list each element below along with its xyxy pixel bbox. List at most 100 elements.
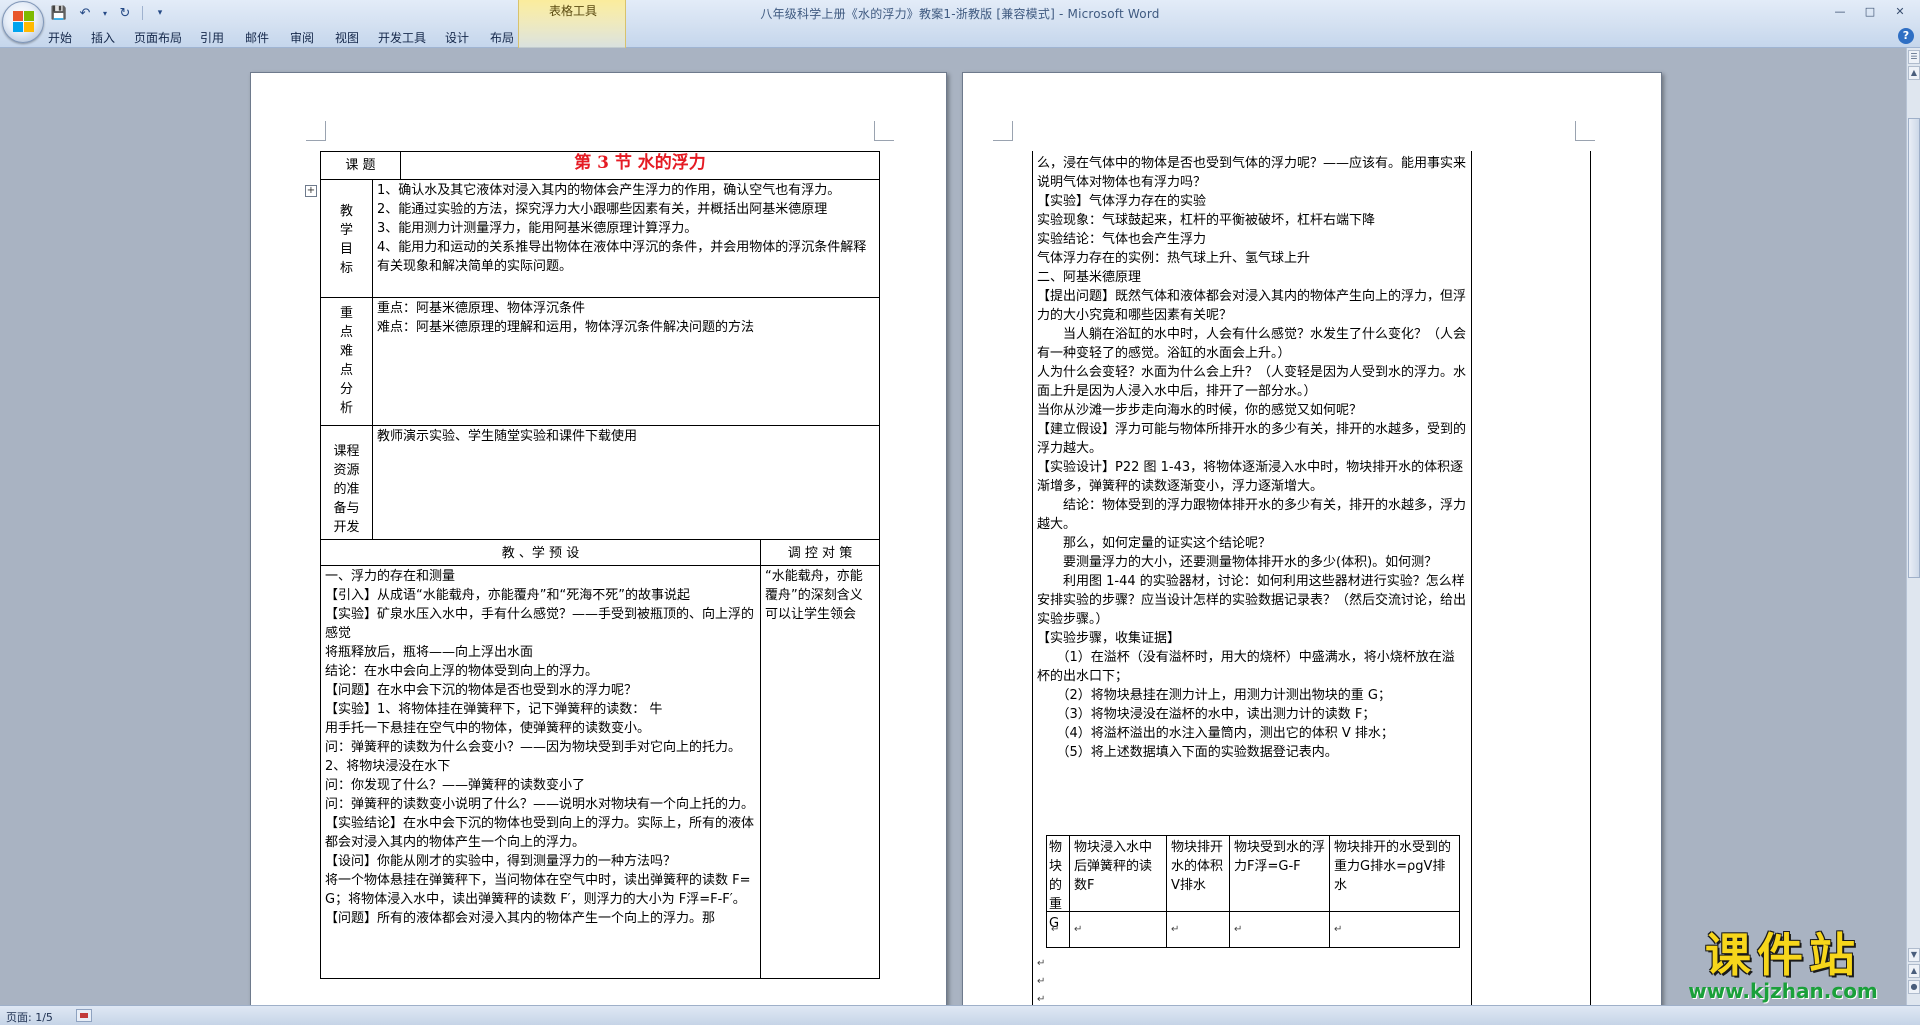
- window-controls: — □ ✕: [1826, 2, 1914, 20]
- table-move-handle-icon[interactable]: +: [305, 185, 317, 197]
- scroll-thumb[interactable]: [1908, 118, 1920, 578]
- page2-paragraph: （2）将物块悬挂在测力计上，用测力计测出物块的重 G；: [1037, 688, 1391, 703]
- tab-mailings[interactable]: 邮件: [234, 28, 280, 48]
- label-char: 分: [339, 382, 353, 397]
- tab-layout[interactable]: 布局: [480, 28, 524, 48]
- teaching-line: 【设问】你能从刚才的实验中，得到测量浮力的一种方法吗？: [325, 854, 677, 869]
- page2-paragraph: （3）将物块浸没在溢杯的水中，读出测力计的读数 F；: [1037, 707, 1376, 722]
- scroll-down-icon[interactable]: ▼: [1908, 948, 1920, 962]
- teaching-line: 2、将物块浸没在水下: [325, 759, 451, 774]
- tab-page-layout[interactable]: 页面布局: [126, 28, 190, 48]
- maximize-icon[interactable]: □: [1856, 2, 1884, 20]
- data-cell[interactable]: ↵: [1047, 919, 1069, 940]
- tab-references[interactable]: 引用: [190, 28, 234, 48]
- ruler-toggle-icon[interactable]: ☰: [1908, 50, 1920, 64]
- teaching-line: 将一个物体悬挂在弹簧秤下，当问物体在空气中时，读出弹簧秤的读数 F=G；将物体浸…: [325, 873, 751, 907]
- data-cell[interactable]: ↵: [1070, 919, 1166, 940]
- teaching-line: 问：你发现了什么？——弹簧秤的读数变小了: [325, 778, 586, 793]
- page2-paragraph: 当你从沙滩一步步走向海水的时候，你的感觉又如何呢？: [1037, 403, 1363, 418]
- keypoint-item: 重点：阿基米德原理、物体浮沉条件: [377, 301, 586, 316]
- page2-paragraph: 【建立假设】浮力可能与物体所排开水的多少有关，排开的水越多，受到的浮力越大。: [1037, 422, 1467, 456]
- objective-item: 2、能通过实验的方法，探究浮力大小跟哪些因素有关，并概括出阿基米德原理: [377, 202, 828, 217]
- teaching-line: 【实验】矿泉水压入水中，手有什么感觉？——手受到被瓶顶的、向上浮的感觉: [325, 607, 755, 641]
- watermark-logo: 课件站: [1705, 928, 1861, 982]
- label-char: 点: [339, 363, 353, 378]
- label-char: 析: [339, 401, 353, 416]
- teaching-line: 【实验结论】在水中会下沉的物体也受到向上的浮力。实际上，所有的液体都会对浸入其内…: [325, 816, 755, 850]
- teaching-line: 【实验】1、将物体挂在弹簧秤下，记下弹簧秤的读数： 牛: [325, 702, 663, 717]
- teaching-line: 问：弹簧秤的读数为什么会变小？——因为物块受到手对它向上的托力。: [325, 740, 742, 755]
- teaching-line: 用手托一下悬挂在空气中的物体，使弹簧秤的读数变小。: [325, 721, 651, 736]
- vertical-scrollbar[interactable]: ☰ ▲ ▼ ▲ ●: [1906, 48, 1920, 1005]
- label-char: 资源: [333, 463, 360, 478]
- teaching-line: 【问题】所有的液体都会对浸入其内的物体产生一个向上的浮力。那: [325, 911, 716, 926]
- proofing-icon[interactable]: [76, 1009, 92, 1022]
- tab-developer[interactable]: 开发工具: [370, 28, 434, 48]
- page2-paragraph: 么，浸在气体中的物体是否也受到气体的浮力呢？——应该有。能用事实来说明气体对物体…: [1037, 156, 1467, 190]
- label-char: 开发: [333, 520, 360, 535]
- teaching-line: 一、浮力的存在和测量: [325, 569, 456, 584]
- page2-paragraph: 【提出问题】既然气体和液体都会对浸入其内的物体产生向上的浮力，但浮力的大小究竟和…: [1037, 289, 1467, 323]
- status-bar: 页面: 1/5: [0, 1005, 1920, 1025]
- data-cell[interactable]: ↵: [1230, 919, 1329, 940]
- data-cell[interactable]: ↵: [1330, 919, 1459, 940]
- watermark-url: www.kjzhan.com: [1688, 979, 1878, 1003]
- teaching-content[interactable]: 一、浮力的存在和测量 【引入】从成语“水能载舟，亦能覆舟”和“死海不死”的故事说…: [321, 566, 760, 977]
- title-bar: 💾 ↶ ▾ ↻ ▾ 表格工具 八年级科学上册《水的浮力》教案1-浙教版 [兼容模…: [0, 0, 1920, 48]
- document-area: 课 题 第 3 节 水的浮力 教 学 目 标 1、确认水及其它液体对浸入其内的物…: [0, 48, 1906, 1005]
- data-header-buoyancy: 物块受到水的浮力F浮=G-F: [1234, 840, 1326, 874]
- objective-item: 1、确认水及其它液体对浸入其内的物体会产生浮力的作用，确认空气也有浮力。: [377, 183, 841, 198]
- data-header-volume: 物块排开水的体积V排水: [1171, 840, 1224, 893]
- teaching-line: 【引入】从成语“水能载舟，亦能覆舟”和“死海不死”的故事说起: [325, 588, 690, 603]
- page2-paragraph: 实验结论：气体也会产生浮力: [1037, 232, 1207, 247]
- keypoints-cell[interactable]: 重点：阿基米德原理、物体浮沉条件 难点：阿基米德原理的理解和运用，物体浮沉条件解…: [373, 298, 878, 338]
- tab-view[interactable]: 视图: [324, 28, 370, 48]
- data-cell[interactable]: ↵: [1167, 919, 1229, 940]
- page2-content[interactable]: 么，浸在气体中的物体是否也受到气体的浮力呢？——应该有。能用事实来说明气体对物体…: [1033, 153, 1471, 833]
- label-keypoints: 重 点 难 点 分 析: [321, 303, 372, 419]
- objective-item: 3、能用测力计测量浮力，能用阿基米德原理计算浮力。: [377, 221, 698, 236]
- site-watermark: 课件站 www.kjzhan.com: [1668, 930, 1898, 1005]
- label-char: 学: [339, 223, 353, 238]
- teaching-line: 结论：在水中会向上浮的物体受到向上的浮力。: [325, 664, 599, 679]
- select-browse-object-icon[interactable]: ●: [1908, 980, 1920, 994]
- minimize-icon[interactable]: —: [1826, 2, 1854, 20]
- page2-paragraph: 利用图 1-44 的实验器材，讨论：如何利用这些器材进行实验？怎么样安排实验的步…: [1037, 574, 1467, 627]
- teaching-line: 【问题】在水中会下沉的物体是否也受到水的浮力呢？: [325, 683, 638, 698]
- lesson-title: 第 3 节 水的浮力: [401, 153, 879, 175]
- page2-paragraph: 二、阿基米德原理: [1037, 270, 1142, 285]
- page2-paragraph: 那么，如何定量的证实这个结论呢？: [1037, 536, 1272, 551]
- label-resources: 课程 资源 的准 备与 开发: [321, 441, 372, 538]
- page2-paragraph: （5）将上述数据填入下面的实验数据登记表内。: [1037, 745, 1338, 760]
- page2-paragraph: 实验现象：气球鼓起来，杠杆的平衡被破坏，杠杆右端下降: [1037, 213, 1376, 228]
- tab-design[interactable]: 设计: [434, 28, 480, 48]
- window-title: 八年级科学上册《水的浮力》教案1-浙教版 [兼容模式] - Microsoft …: [760, 7, 1160, 21]
- teaching-line: 问：弹簧秤的读数变小说明了什么？——说明水对物块有一个向上托的力。: [325, 797, 755, 812]
- crop-mark: [993, 121, 1013, 141]
- empty-paragraph: ↵: [1037, 994, 1046, 1005]
- label-char: 难: [339, 344, 353, 359]
- label-char: 课程: [333, 444, 360, 459]
- label-char: 备与: [333, 501, 360, 516]
- strategy-content[interactable]: “水能载舟，亦能覆舟”的深刻含义可以让学生领会: [761, 566, 879, 625]
- label-char: 的准: [333, 482, 360, 497]
- scroll-up-icon[interactable]: ▲: [1908, 66, 1920, 80]
- label-objectives: 教 学 目 标: [321, 201, 372, 279]
- crop-mark: [306, 121, 326, 141]
- page2-paragraph: 【实验设计】P22 图 1-43，将物体逐渐浸入水中时，物块排开水的体积逐渐增多…: [1037, 460, 1464, 494]
- close-icon[interactable]: ✕: [1886, 2, 1914, 20]
- help-icon[interactable]: ?: [1898, 28, 1914, 44]
- objective-item: 4、能用力和运动的关系推导出物体在液体中浮沉的条件，并会用物体的浮沉条件解释有关…: [377, 240, 867, 274]
- label-subject: 课 题: [345, 158, 376, 173]
- tab-insert[interactable]: 插入: [80, 28, 126, 48]
- page2-paragraph: 【实验步骤，收集证据】: [1037, 631, 1181, 646]
- data-header-displaced: 物块排开的水受到的重力G排水=ρgV排水: [1334, 840, 1452, 893]
- tab-review[interactable]: 审阅: [280, 28, 324, 48]
- page2-paragraph: 结论：物体受到的浮力跟物体排开水的多少有关，排开的水越多，浮力越大。: [1037, 498, 1467, 532]
- previous-page-icon[interactable]: ▲: [1908, 964, 1920, 978]
- page-count[interactable]: 页面: 1/5: [6, 1009, 53, 1025]
- objectives-cell[interactable]: 1、确认水及其它液体对浸入其内的物体会产生浮力的作用，确认空气也有浮力。 2、能…: [373, 180, 878, 277]
- label-char: 教: [339, 204, 353, 219]
- resources-cell[interactable]: 教师演示实验、学生随堂实验和课件下载使用: [373, 426, 878, 447]
- tab-home[interactable]: 开始: [40, 28, 80, 48]
